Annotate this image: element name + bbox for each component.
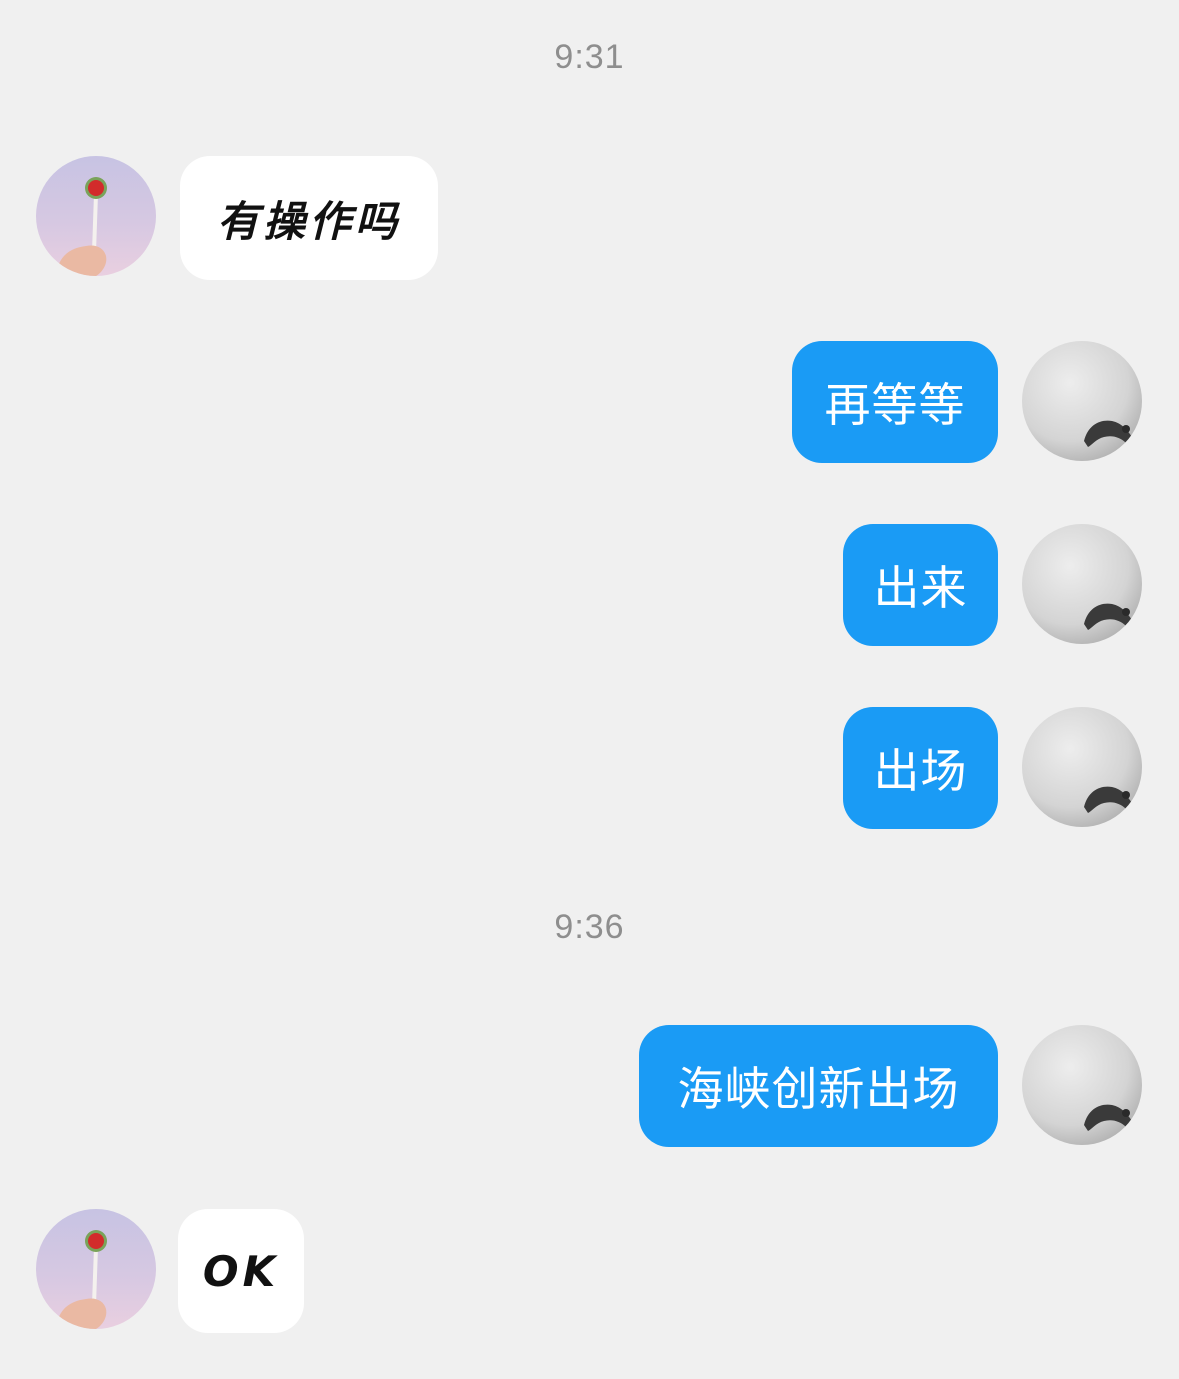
self-avatar[interactable] [1022, 707, 1142, 827]
chat-conversation: 9:31 有操作吗 再等等 出来 出场 9:36 海峡创新出场 OK [0, 0, 1179, 1379]
message-text: 海峡创新出场 [677, 1062, 960, 1116]
message-text: 出来 [873, 561, 968, 615]
message-bubble-outgoing[interactable]: 再等等 [792, 341, 998, 463]
self-avatar[interactable] [1022, 341, 1142, 461]
grey-moon-avatar-icon [1084, 603, 1132, 630]
lollipop-avatar-icon [56, 1230, 107, 1329]
message-text: OK [202, 1246, 280, 1296]
message-bubble-outgoing[interactable]: 出来 [843, 524, 998, 646]
message-bubble-incoming[interactable]: 有操作吗 [180, 156, 438, 280]
contact-avatar[interactable] [36, 156, 156, 276]
message-bubble-incoming[interactable]: OK [178, 1209, 304, 1333]
grey-moon-avatar-icon [1084, 786, 1132, 813]
lollipop-avatar-icon [56, 177, 107, 276]
timestamp: 9:36 [554, 908, 625, 946]
message-text: 有操作吗 [216, 196, 401, 246]
contact-avatar[interactable] [36, 1209, 156, 1329]
message-text: 再等等 [824, 378, 966, 432]
message-text: 出场 [873, 744, 968, 798]
self-avatar[interactable] [1022, 524, 1142, 644]
message-bubble-outgoing[interactable]: 海峡创新出场 [639, 1025, 998, 1147]
timestamp: 9:31 [554, 38, 625, 76]
grey-moon-avatar-icon [1084, 1104, 1132, 1131]
message-bubble-outgoing[interactable]: 出场 [843, 707, 998, 829]
self-avatar[interactable] [1022, 1025, 1142, 1145]
grey-moon-avatar-icon [1084, 420, 1132, 447]
